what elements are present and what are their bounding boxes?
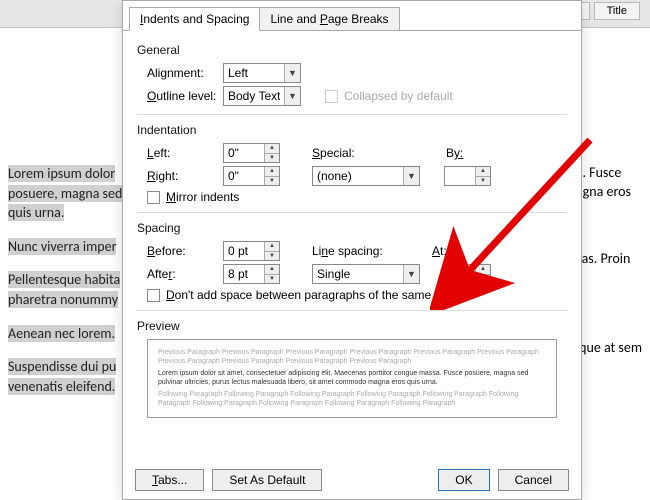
- label-left: Left:: [137, 146, 217, 160]
- label-by: By:: [446, 146, 463, 160]
- at-spinner[interactable]: ▲▼: [444, 264, 491, 284]
- linespacing-combo[interactable]: ▼: [312, 264, 420, 284]
- chevron-down-icon[interactable]: ▼: [403, 167, 419, 185]
- label-collapsed: Collapsed by default: [344, 89, 453, 103]
- collapsed-checkbox: [325, 90, 338, 103]
- spin-down-icon[interactable]: ▼: [265, 252, 279, 261]
- spin-down-icon[interactable]: ▼: [476, 177, 490, 186]
- divider: [137, 212, 567, 213]
- spin-down-icon[interactable]: ▼: [476, 275, 490, 284]
- tab-indents-spacing[interactable]: Indents and Spacing: [129, 7, 260, 31]
- spin-up-icon[interactable]: ▲: [265, 144, 279, 154]
- spin-down-icon[interactable]: ▼: [265, 154, 279, 163]
- spin-up-icon[interactable]: ▲: [265, 265, 279, 275]
- alignment-combo[interactable]: ▼: [223, 63, 301, 83]
- dontadd-checkbox[interactable]: [147, 289, 160, 302]
- special-combo[interactable]: ▼: [312, 166, 420, 186]
- ok-button[interactable]: OK: [438, 469, 489, 491]
- chevron-down-icon[interactable]: ▼: [284, 64, 300, 82]
- label-before: Before:: [137, 244, 217, 258]
- spin-up-icon[interactable]: ▲: [476, 167, 490, 177]
- indent-left-value[interactable]: [224, 144, 264, 162]
- label-right: Right:: [137, 169, 217, 183]
- chevron-down-icon[interactable]: ▼: [284, 87, 300, 105]
- dialog-footer: Tabs... Set As Default OK Cancel: [123, 461, 581, 499]
- label-outline: Outline level:: [137, 89, 217, 103]
- label-mirror: Mirror indents: [166, 190, 239, 204]
- tabs-button[interactable]: Tabs...: [135, 469, 204, 491]
- after-spinner[interactable]: ▲▼: [223, 264, 280, 284]
- after-value[interactable]: [224, 265, 264, 283]
- preview-prev: Previous Paragraph Previous Paragraph Pr…: [158, 348, 546, 366]
- spin-down-icon[interactable]: ▼: [265, 177, 279, 186]
- preview-box: Previous Paragraph Previous Paragraph Pr…: [147, 339, 557, 418]
- style-title[interactable]: Title: [594, 2, 640, 20]
- chevron-down-icon[interactable]: ▼: [403, 265, 419, 283]
- before-value[interactable]: [224, 242, 264, 260]
- divider: [137, 114, 567, 115]
- linespacing-value[interactable]: [313, 265, 403, 283]
- section-general: General: [137, 43, 567, 57]
- at-value[interactable]: [445, 265, 475, 283]
- section-preview: Preview: [137, 319, 567, 333]
- indent-right-value[interactable]: [224, 167, 264, 185]
- divider: [137, 310, 567, 311]
- label-special: Special:: [312, 146, 384, 160]
- by-spinner[interactable]: ▲▼: [444, 166, 491, 186]
- outline-value[interactable]: [224, 87, 284, 105]
- tab-line-page-breaks[interactable]: Line and Page Breaks: [259, 7, 399, 31]
- preview-next: Following Paragraph Following Paragraph …: [158, 390, 546, 408]
- outline-combo[interactable]: ▼: [223, 86, 301, 106]
- section-spacing: Spacing: [137, 221, 567, 235]
- label-linespacing: Line spacing:: [312, 244, 384, 258]
- label-dontadd: Don't add space between paragraphs of th…: [166, 288, 459, 302]
- label-after: After:: [137, 267, 217, 281]
- cancel-button[interactable]: Cancel: [498, 469, 569, 491]
- mirror-checkbox[interactable]: [147, 191, 160, 204]
- dialog-tabs: Indents and Spacing Line and Page Breaks: [129, 7, 575, 31]
- spin-up-icon[interactable]: ▲: [265, 242, 279, 252]
- alignment-value[interactable]: [224, 64, 284, 82]
- paragraph-dialog: Indents and Spacing Line and Page Breaks…: [122, 0, 582, 500]
- spin-down-icon[interactable]: ▼: [265, 275, 279, 284]
- preview-current: Lorem ipsum dolor sit amet, consectetuer…: [158, 369, 546, 387]
- before-spinner[interactable]: ▲▼: [223, 241, 280, 261]
- set-default-button[interactable]: Set As Default: [212, 469, 322, 491]
- special-value[interactable]: [313, 167, 403, 185]
- label-at: At:: [432, 244, 447, 258]
- indent-left-spinner[interactable]: ▲▼: [223, 143, 280, 163]
- indent-right-spinner[interactable]: ▲▼: [223, 166, 280, 186]
- dialog-body: General Alignment: ▼ Outline level: ▼ Co…: [123, 30, 581, 461]
- by-value[interactable]: [445, 167, 475, 185]
- section-indentation: Indentation: [137, 123, 567, 137]
- spin-up-icon[interactable]: ▲: [265, 167, 279, 177]
- label-alignment: Alignment:: [137, 66, 217, 80]
- spin-up-icon[interactable]: ▲: [476, 265, 490, 275]
